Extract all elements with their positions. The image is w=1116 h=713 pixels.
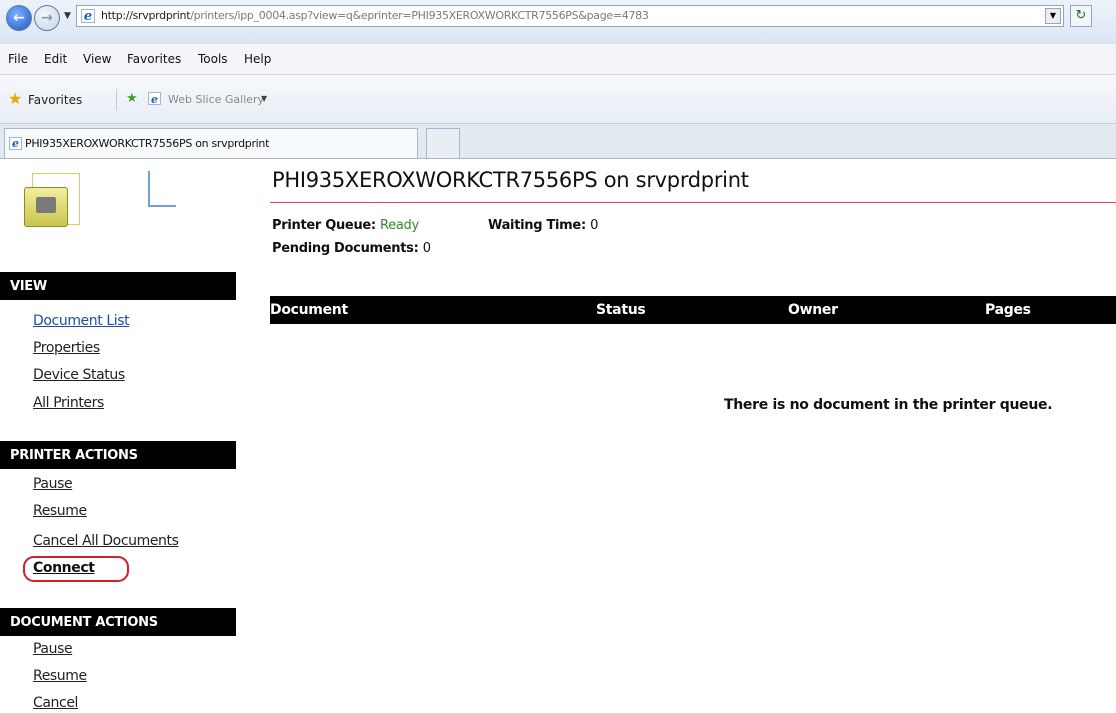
new-tab-button[interactable] <box>426 128 460 158</box>
link-cancel-all-documents[interactable]: Cancel All Documents <box>33 533 179 549</box>
link-document-list[interactable]: Document List <box>33 313 130 329</box>
link-device-status[interactable]: Device Status <box>33 367 125 383</box>
tab-bar: e PHI935XEROXWORKCTR7556PS on srvprdprin… <box>0 124 1116 159</box>
link-printer-resume[interactable]: Resume <box>33 503 87 519</box>
document-table-header: Document Status Owner Pages <box>270 296 1116 324</box>
printer-queue-status: Printer Queue: Ready <box>272 218 419 234</box>
queue-value: Ready <box>380 218 419 233</box>
waiting-value: 0 <box>590 218 599 233</box>
menu-tools[interactable]: Tools <box>198 52 228 66</box>
column-document: Document <box>270 302 348 318</box>
refresh-icon[interactable]: ↻ <box>1070 5 1092 27</box>
pending-value: 0 <box>422 241 431 256</box>
address-bar-area: ← → ▼ e http://srvprdprint/printers/ipp_… <box>0 0 1116 45</box>
waiting-label: Waiting Time: <box>488 218 586 233</box>
title-divider <box>270 202 1116 203</box>
tab-title: PHI935XEROXWORKCTR7556PS on srvprdprint <box>25 137 270 150</box>
section-header-document-actions: DOCUMENT ACTIONS <box>0 608 236 636</box>
address-dropdown-icon[interactable]: ▼ <box>1045 8 1061 24</box>
link-printer-pause[interactable]: Pause <box>33 476 73 492</box>
menu-view[interactable]: View <box>83 52 111 66</box>
favorites-button[interactable]: Favorites <box>28 93 82 107</box>
link-properties[interactable]: Properties <box>33 340 100 356</box>
waiting-time: Waiting Time: 0 <box>488 218 598 234</box>
url-text: http://srvprdprint/printers/ipp_0004.asp… <box>101 9 649 22</box>
menu-file[interactable]: File <box>8 52 28 66</box>
menu-favorites[interactable]: Favorites <box>127 52 181 66</box>
address-input[interactable]: e http://srvprdprint/printers/ipp_0004.a… <box>76 5 1064 27</box>
empty-queue-message: There is no document in the printer queu… <box>724 397 1053 413</box>
printer-logo-icon <box>24 173 84 229</box>
menu-help[interactable]: Help <box>244 52 271 66</box>
menu-edit[interactable]: Edit <box>44 52 67 66</box>
section-header-view: VIEW <box>0 272 236 300</box>
pending-label: Pending Documents: <box>272 241 419 256</box>
web-slice-icon: e <box>148 92 161 106</box>
link-all-printers[interactable]: All Printers <box>33 395 104 411</box>
back-button[interactable]: ← <box>6 5 32 31</box>
favorites-divider <box>116 89 117 111</box>
history-dropdown-icon[interactable]: ▼ <box>64 11 71 21</box>
page-content: VIEW Document List Properties Device Sta… <box>0 159 1116 713</box>
favorites-bar: ★ Favorites ★ e Web Slice Gallery ▼ <box>0 75 1116 124</box>
column-owner: Owner <box>788 302 838 318</box>
connect-highlight-ring <box>23 556 129 582</box>
pending-documents: Pending Documents: 0 <box>272 241 431 257</box>
decorative-frame-icon <box>148 171 176 207</box>
main-panel: PHI935XEROXWORKCTR7556PS on srvprdprint … <box>270 159 1116 713</box>
link-document-pause[interactable]: Pause <box>33 641 73 657</box>
web-slice-dropdown-icon[interactable]: ▼ <box>261 94 267 103</box>
link-document-cancel[interactable]: Cancel <box>33 695 78 711</box>
sidebar: VIEW Document List Properties Device Sta… <box>0 159 236 713</box>
ie-tab-icon: e <box>9 137 22 150</box>
page-title: PHI935XEROXWORKCTR7556PS on srvprdprint <box>272 168 749 192</box>
favorites-star-icon[interactable]: ★ <box>8 91 22 107</box>
menu-bar: File Edit View Favorites Tools Help <box>0 44 1116 75</box>
link-document-resume[interactable]: Resume <box>33 668 87 684</box>
ie-page-icon: e <box>81 9 95 24</box>
section-header-printer-actions: PRINTER ACTIONS <box>0 441 236 469</box>
web-slice-gallery-link[interactable]: Web Slice Gallery <box>168 93 264 106</box>
column-status: Status <box>596 302 646 318</box>
queue-label: Printer Queue: <box>272 218 376 233</box>
forward-button[interactable]: → <box>34 5 60 31</box>
add-to-favorites-icon[interactable]: ★ <box>126 92 138 106</box>
tab-active[interactable]: e PHI935XEROXWORKCTR7556PS on srvprdprin… <box>4 128 418 158</box>
column-pages: Pages <box>985 302 1031 318</box>
